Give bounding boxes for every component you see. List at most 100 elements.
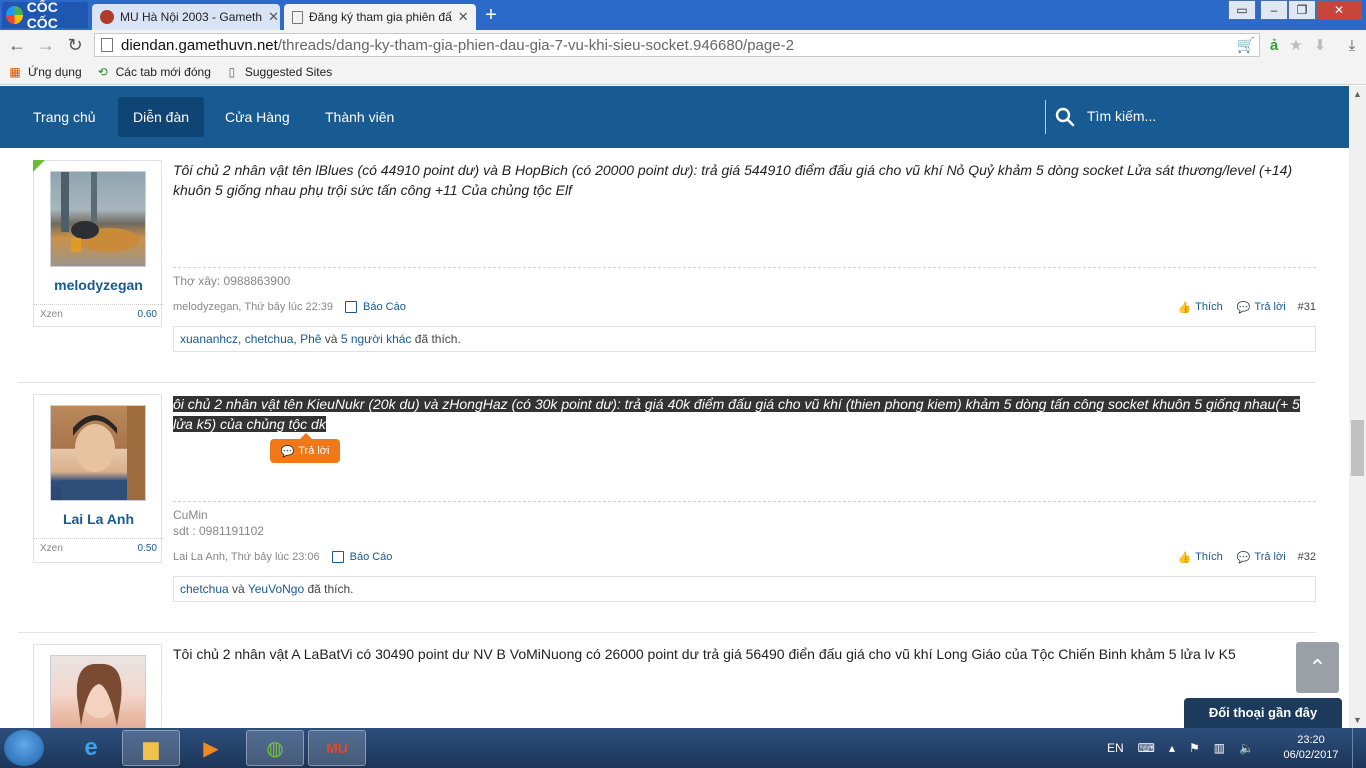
nav-forum[interactable]: Diễn đàn xyxy=(118,97,205,137)
action-center-icon[interactable]: ⚑ xyxy=(1189,741,1200,755)
site-navigation: Trang chủ Diễn đàn Cửa Hàng Thành viên T… xyxy=(0,86,1349,148)
new-tab-button[interactable]: + xyxy=(480,4,502,26)
like-button[interactable]: 👍 Thích xyxy=(1177,301,1222,314)
savior-icon[interactable]: ả xyxy=(1264,36,1284,56)
media-player-icon[interactable]: ▶ xyxy=(182,730,240,766)
nav-home[interactable]: Trang chủ xyxy=(18,97,111,137)
report-label: Báo Cáo xyxy=(363,301,406,313)
username[interactable]: Lai La Anh xyxy=(34,511,163,527)
like-button[interactable]: 👍 Thích xyxy=(1177,551,1222,564)
search-input[interactable]: Tìm kiếm... xyxy=(1087,108,1156,124)
coccoc-menu-button[interactable]: CỐC CỐC xyxy=(2,0,88,31)
back-to-top-button[interactable]: ⌃ xyxy=(1296,642,1339,693)
address-bar[interactable]: diendan.gamethuvn.net/threads/dang-ky-th… xyxy=(94,33,1260,57)
scroll-up-icon[interactable]: ▲ xyxy=(1349,86,1366,102)
recent-conversations-bar[interactable]: Đối thoại gần đây xyxy=(1184,698,1342,728)
post-author-time[interactable]: Lai La Anh, Thứ bảy lúc 23:06 xyxy=(173,551,320,563)
reply-button[interactable]: 💬 Trả lời xyxy=(1237,301,1286,314)
stat-value: 0.60 xyxy=(137,309,157,320)
language-indicator[interactable]: EN xyxy=(1107,741,1124,755)
reply-label: Trả lời xyxy=(1254,551,1286,563)
liker-link[interactable]: Phê xyxy=(300,332,321,346)
thread-content: melodyzegan Xzen 0.60 Tôi chủ 2 nhân vật… xyxy=(18,148,1349,728)
likes-more-link[interactable]: 5 người khác xyxy=(341,332,412,346)
nav-store[interactable]: Cửa Hàng xyxy=(210,97,305,137)
keyboard-icon[interactable]: ⌨ xyxy=(1138,741,1155,755)
history-icon: ⟲ xyxy=(97,65,108,79)
like-label: Thích xyxy=(1195,301,1223,313)
reply-button[interactable]: 💬 Trả lời xyxy=(1237,551,1286,564)
post-author-time[interactable]: melodyzegan, Thứ bảy lúc 22:39 xyxy=(173,301,333,313)
post-number[interactable]: #32 xyxy=(1298,551,1316,563)
coccoc-browser-icon[interactable]: ◍ xyxy=(246,730,304,766)
thumbs-up-icon: 👍 xyxy=(1177,301,1192,314)
profile-button[interactable]: ▭ xyxy=(1228,0,1256,20)
bookmark-apps[interactable]: ▦ Ứng dụng xyxy=(8,65,82,79)
tab-dang-ky[interactable]: Đăng ký tham gia phiên đấ ✕ xyxy=(284,4,476,30)
avatar[interactable] xyxy=(50,655,146,728)
bookmark-star-icon[interactable]: ★ xyxy=(1286,36,1306,56)
minimize-button[interactable]: – xyxy=(1260,0,1288,20)
page-scrollbar[interactable]: ▲ ▼ xyxy=(1349,86,1366,728)
tab-title: Đăng ký tham gia phiên đấ xyxy=(309,10,452,24)
likes-and: và xyxy=(324,332,338,346)
liker-link[interactable]: xuananhcz xyxy=(180,332,238,346)
scroll-down-icon[interactable]: ▼ xyxy=(1349,712,1366,728)
avatar[interactable] xyxy=(50,171,146,267)
nav-members[interactable]: Thành viên xyxy=(310,97,409,137)
bookmark-label: Ứng dụng xyxy=(28,65,82,79)
clock-date: 06/02/2017 xyxy=(1283,749,1339,761)
page-info-icon[interactable] xyxy=(101,38,113,52)
likes-summary: xuananhcz, chetchua, Phê và 5 người khác… xyxy=(173,326,1316,352)
taskbar-clock[interactable]: 23:20 06/02/2017 xyxy=(1276,733,1346,763)
liker-link[interactable]: chetchua xyxy=(180,582,229,596)
report-label: Báo Cáo xyxy=(349,551,393,563)
liker-link[interactable]: chetchua xyxy=(245,332,294,346)
signature-divider xyxy=(173,501,1316,502)
internet-explorer-icon[interactable]: e xyxy=(62,730,120,766)
report-button[interactable]: Báo Cáo xyxy=(345,301,406,313)
user-info-box: Lai La Anh Xzen 0.50 xyxy=(33,394,163,563)
username[interactable]: melodyzegan xyxy=(34,277,163,293)
search-separator xyxy=(1045,100,1046,134)
coccoc-logo-icon xyxy=(6,6,23,24)
search-icon[interactable] xyxy=(1055,107,1075,127)
network-icon[interactable]: ▥ xyxy=(1214,741,1225,755)
forward-button[interactable]: → xyxy=(35,34,57,56)
start-button[interactable] xyxy=(4,730,44,766)
downloads-icon[interactable]: ⤓ xyxy=(1342,36,1362,56)
close-tab-icon[interactable]: ✕ xyxy=(262,9,279,25)
bookmark-suggested-sites[interactable]: ▯ Suggested Sites xyxy=(225,65,333,79)
signature-divider xyxy=(173,267,1316,268)
back-button[interactable]: ← xyxy=(6,34,28,56)
dog-photo-icon xyxy=(61,172,139,252)
portrait-photo-icon xyxy=(61,406,145,500)
close-window-button[interactable]: ✕ xyxy=(1316,0,1362,20)
post-message: Tôi chủ 2 nhân vật A LaBatVi có 30490 po… xyxy=(173,646,1236,662)
tab-mu-hanoi[interactable]: MU Hà Nội 2003 - Gameth ✕ xyxy=(92,4,280,30)
show-desktop-button[interactable] xyxy=(1352,728,1366,768)
report-button[interactable]: Báo Cáo xyxy=(331,551,393,563)
post-number[interactable]: #31 xyxy=(1298,301,1316,313)
scroll-thumb[interactable] xyxy=(1351,420,1364,476)
show-hidden-icons-icon[interactable]: ▴ xyxy=(1169,741,1175,755)
avatar[interactable] xyxy=(50,405,146,501)
file-explorer-icon[interactable]: ▆ xyxy=(122,730,180,766)
shopping-cart-icon[interactable]: 🛒 xyxy=(1236,36,1256,56)
system-tray: EN ⌨ ▴ ⚑ ▥ 🔈 xyxy=(1100,728,1261,768)
signature-line: CuMin xyxy=(173,508,208,522)
volume-icon[interactable]: 🔈 xyxy=(1239,741,1254,755)
post-divider xyxy=(18,632,1316,633)
mu-game-icon[interactable]: MU xyxy=(308,730,366,766)
address-path: /threads/dang-ky-tham-gia-phien-dau-gia-… xyxy=(277,36,794,54)
quote-reply-button[interactable]: 💬 Trả lời xyxy=(270,433,340,463)
maximize-button[interactable]: ❐ xyxy=(1288,0,1316,20)
reload-button[interactable]: ↻ xyxy=(64,34,86,56)
post-meta: Lai La Anh, Thứ bảy lúc 23:06 Báo Cáo 👍 T… xyxy=(173,549,1316,565)
portrait-photo-icon xyxy=(76,663,122,726)
download-page-icon[interactable]: ⬇ xyxy=(1310,36,1330,56)
speech-bubble-icon: 💬 xyxy=(280,445,295,458)
bookmark-recent-tabs[interactable]: ⟲ Các tab mới đóng xyxy=(96,65,211,79)
close-tab-icon[interactable]: ✕ xyxy=(452,9,469,25)
liker-link[interactable]: YeuVoNgo xyxy=(248,582,304,596)
